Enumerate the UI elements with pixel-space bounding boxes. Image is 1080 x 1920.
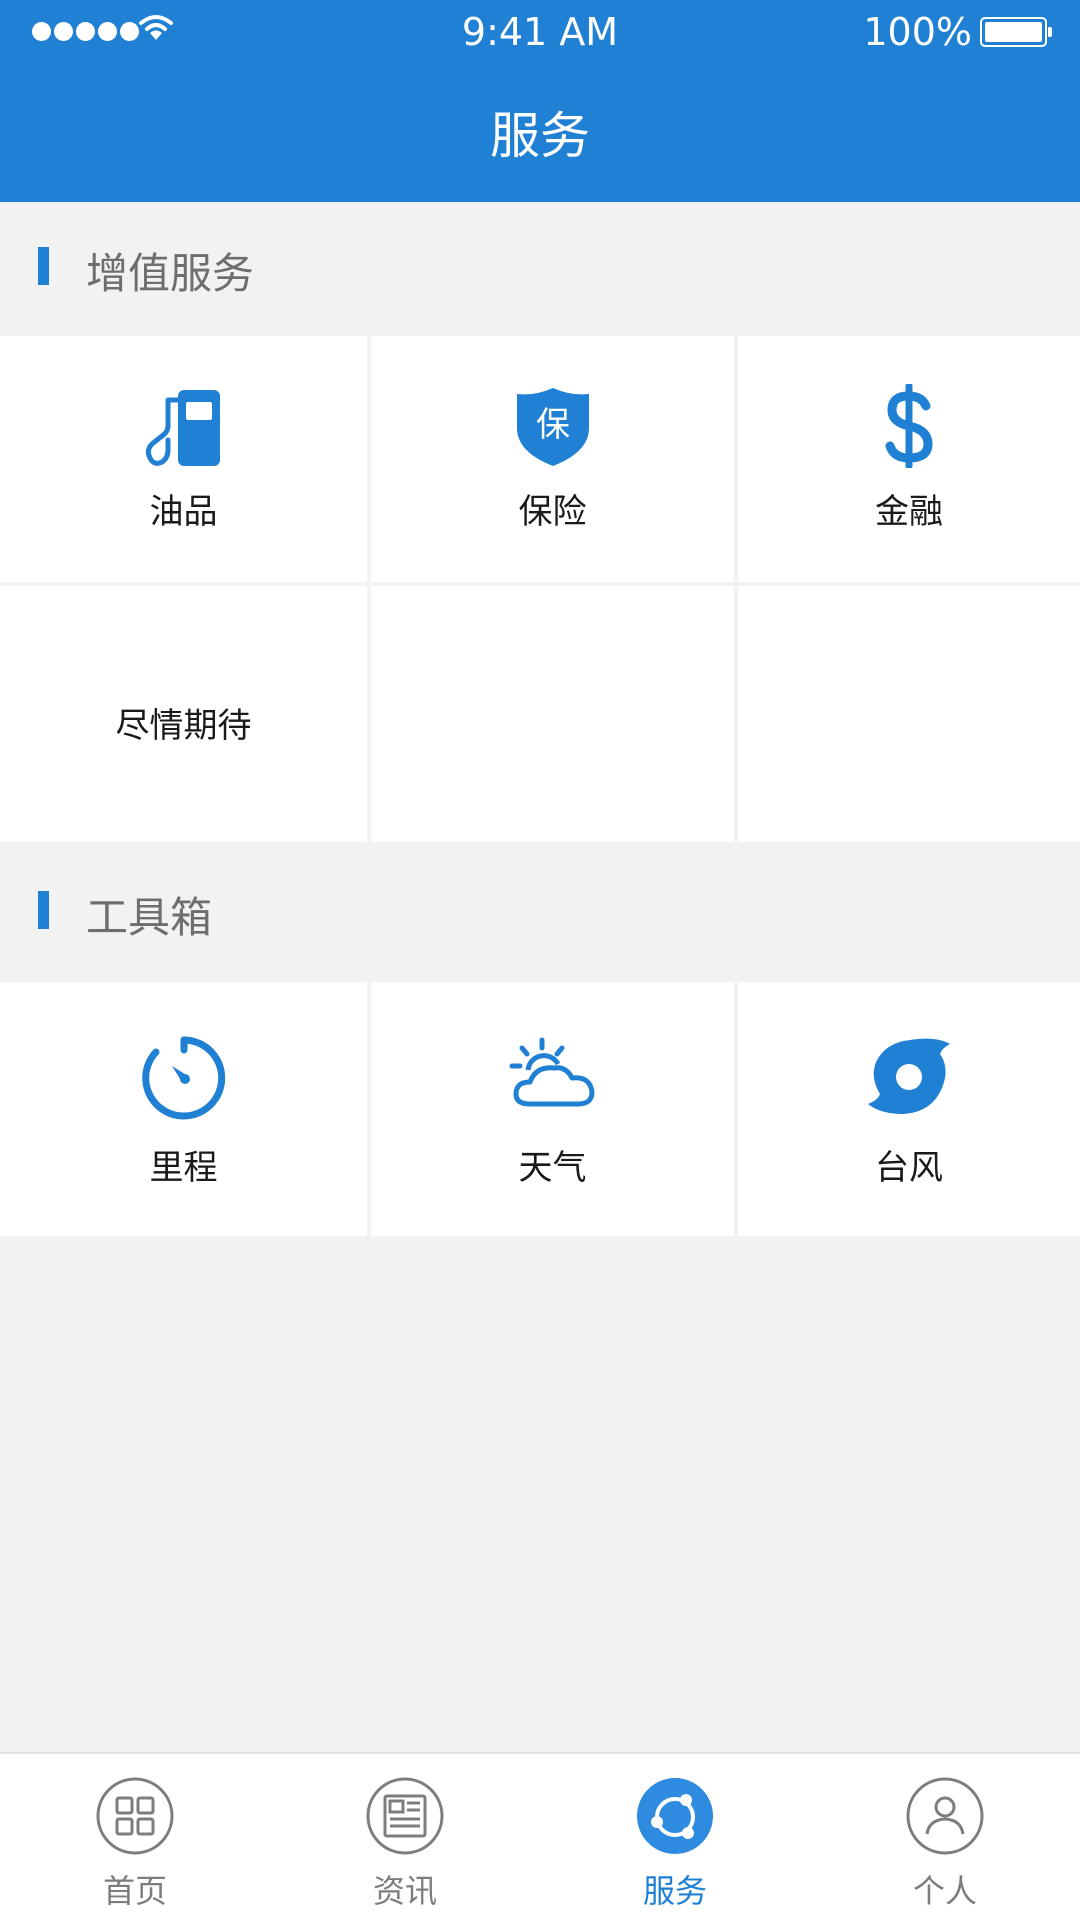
service-item-insurance[interactable]: 保 保险 [371, 336, 734, 582]
section-header-value-added: 增值服务 [0, 202, 1080, 336]
news-icon [366, 1777, 444, 1855]
tool-item-weather[interactable]: 天气 [371, 982, 734, 1236]
tab-label: 服务 [642, 1872, 707, 1910]
tool-item-mileage[interactable]: 里程 [0, 982, 367, 1236]
service-icon [637, 1778, 713, 1854]
home-grid-icon [96, 1777, 174, 1855]
typhoon-icon [868, 1038, 950, 1114]
service-item-label: 金融 [875, 492, 943, 532]
service-item-label: 油品 [149, 492, 218, 532]
tool-item-label: 台风 [875, 1148, 943, 1188]
service-item-coming-soon: 尽情期待 [0, 586, 367, 842]
page-title: 服务 [490, 107, 590, 165]
tab-label: 个人 [912, 1872, 977, 1910]
bottom-tab-bar: 首页 资讯 服务 个人 [0, 1752, 1080, 1920]
service-item-fuel[interactable]: 油品 [0, 336, 367, 582]
weather-icon [509, 1037, 594, 1107]
section-title: 增值服务 [86, 249, 255, 298]
tab-personal[interactable]: 个人 [810, 1754, 1080, 1920]
tab-label: 资讯 [372, 1872, 437, 1910]
insurance-shield-icon: 保 [516, 388, 589, 466]
tool-item-typhoon[interactable]: 台风 [738, 982, 1080, 1236]
dollar-icon [885, 384, 933, 468]
service-item-label: 尽情期待 [115, 706, 252, 746]
tab-service[interactable]: 服务 [540, 1754, 810, 1920]
person-icon [906, 1777, 984, 1855]
speedometer-icon [141, 1036, 225, 1120]
service-item-label: 保险 [518, 492, 587, 532]
tool-item-label: 里程 [149, 1148, 218, 1188]
status-bar: 9:41 AM 100% [0, 0, 1080, 64]
section-accent-bar [38, 891, 49, 929]
battery-icon [980, 17, 1052, 47]
tab-home[interactable]: 首页 [0, 1754, 270, 1920]
section-accent-bar [38, 247, 49, 285]
empty-grid-cell [371, 586, 734, 842]
navigation-bar: 服务 [0, 64, 1080, 202]
section-title: 工具箱 [86, 893, 213, 942]
fuel-pump-icon [145, 390, 220, 466]
tool-item-label: 天气 [518, 1148, 587, 1188]
service-item-finance[interactable]: 金融 [738, 336, 1080, 582]
battery-percentage: 100% [863, 10, 972, 54]
shield-icon-text: 保 [536, 405, 570, 445]
empty-grid-cell [738, 586, 1080, 842]
section-header-toolbox: 工具箱 [0, 846, 1080, 980]
tab-label: 首页 [102, 1872, 167, 1910]
tab-news[interactable]: 资讯 [270, 1754, 540, 1920]
